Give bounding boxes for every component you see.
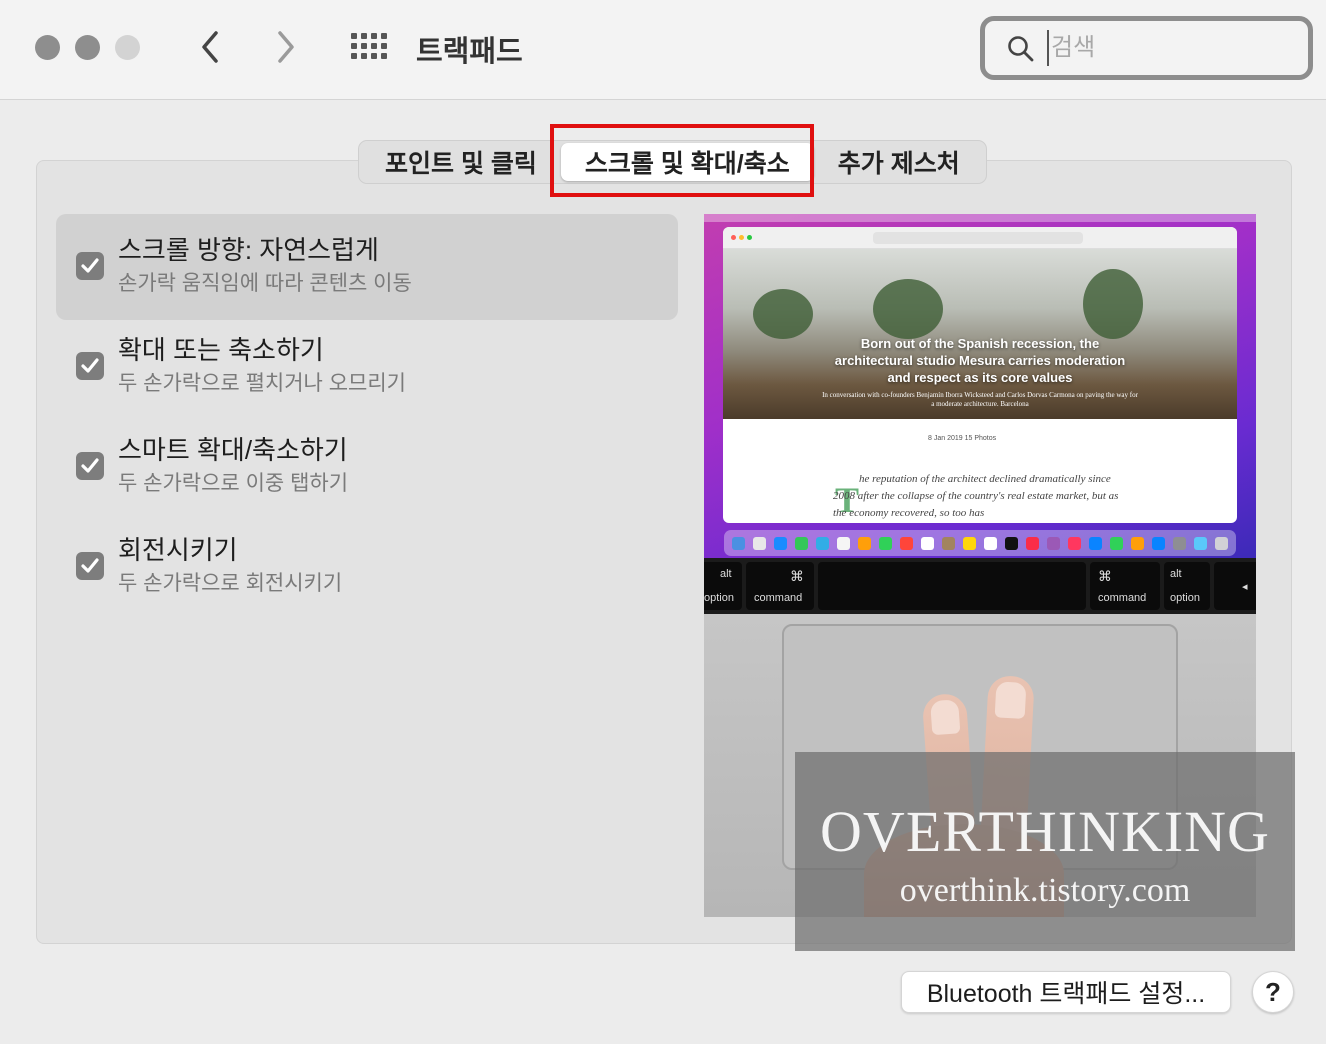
scroll-direction-checkbox[interactable] — [76, 252, 104, 280]
tab-scroll-and-zoom[interactable]: 스크롤 및 확대/축소 — [560, 143, 814, 181]
preview-caption-line: In conversation with co-founders Benjamí… — [822, 391, 1138, 399]
preview-headline-line: and respect as its core values — [887, 370, 1073, 385]
preview-caption-line: a moderate architecture. Barcelona — [931, 400, 1029, 408]
preview-key-option-left: alt option — [704, 562, 742, 610]
option-description: 두 손가락으로 이중 탭하기 — [118, 472, 349, 495]
option-scroll-direction[interactable]: 스크롤 방향: 자연스럽게 손가락 움직임에 따라 콘텐츠 이동 — [56, 214, 678, 320]
preview-url-field — [873, 232, 1083, 244]
smart-zoom-checkbox[interactable] — [76, 452, 104, 480]
zoom-window-button[interactable] — [115, 35, 140, 60]
preview-hero-image: Born out of the Spanish recession, the a… — [723, 249, 1237, 419]
forward-button[interactable] — [266, 27, 306, 67]
preview-key-space — [818, 562, 1086, 610]
preview-headline-line: architectural studio Mesura carries mode… — [834, 353, 1126, 368]
watermark-url: overthink.tistory.com — [899, 872, 1191, 909]
preview-article-meta: 8 Jan 2019 15 Photos — [928, 435, 997, 442]
preview-menubar — [704, 214, 1256, 222]
show-all-grid-icon[interactable] — [348, 30, 387, 64]
preview-screen: Born out of the Spanish recession, the a… — [704, 214, 1256, 558]
option-title: 스마트 확대/축소하기 — [118, 435, 348, 465]
preview-browser-window: Born out of the Spanish recession, the a… — [723, 227, 1237, 523]
window-title: 트랙패드 — [416, 36, 523, 68]
option-description: 두 손가락으로 회전시키기 — [118, 572, 343, 595]
preview-key-command-right: ⌘ command — [1090, 562, 1160, 610]
search-input[interactable] — [1047, 30, 1287, 66]
option-description: 손가락 움직임에 따라 콘텐츠 이동 — [118, 272, 412, 295]
minimize-window-button[interactable] — [75, 35, 100, 60]
option-description: 두 손가락으로 펼치거나 오므리기 — [118, 372, 406, 395]
option-zoom-in-out[interactable]: 확대 또는 축소하기 두 손가락으로 펼치거나 오므리기 — [56, 314, 678, 420]
tab-point-and-click[interactable]: 포인트 및 클릭 — [361, 143, 561, 181]
search-icon — [1008, 36, 1034, 62]
help-button[interactable]: ? — [1252, 971, 1294, 1013]
preview-key-option-right: alt option — [1164, 562, 1210, 610]
bluetooth-trackpad-setup-button[interactable]: Bluetooth 트랙패드 설정... — [901, 971, 1231, 1013]
tab-bar: 포인트 및 클릭 스크롤 및 확대/축소 추가 제스처 — [358, 140, 987, 184]
option-title: 스크롤 방향: 자연스럽게 — [118, 235, 379, 265]
checkmark-icon — [81, 358, 99, 373]
preview-dock — [724, 530, 1236, 556]
checkmark-icon — [81, 458, 99, 473]
option-smart-zoom[interactable]: 스마트 확대/축소하기 두 손가락으로 이중 탭하기 — [56, 414, 678, 520]
watermark-overlay: OVERTHINKING overthink.tistory.com — [795, 752, 1295, 951]
tab-more-gestures[interactable]: 추가 제스처 — [814, 143, 984, 181]
preview-article-body: he reputation of the architect declined … — [833, 471, 1133, 522]
zoom-in-out-checkbox[interactable] — [76, 352, 104, 380]
checkmark-icon — [81, 558, 99, 573]
preview-key-arrow: ◂ — [1214, 562, 1256, 610]
preview-headline-line: Born out of the Spanish recession, the — [860, 336, 1100, 351]
rotate-checkbox[interactable] — [76, 552, 104, 580]
search-field[interactable] — [980, 16, 1313, 80]
option-rotate[interactable]: 회전시키기 두 손가락으로 회전시키기 — [56, 514, 678, 620]
close-window-button[interactable] — [35, 35, 60, 60]
preview-browser-toolbar — [723, 227, 1237, 249]
checkmark-icon — [81, 258, 99, 273]
watermark-title: OVERTHINKING — [820, 799, 1270, 864]
preview-caption: In conversation with co-founders Benjamí… — [723, 391, 1237, 409]
chevron-left-icon — [202, 31, 218, 63]
option-title: 회전시키기 — [118, 535, 238, 565]
chevron-right-icon — [278, 31, 294, 63]
back-button[interactable] — [190, 27, 230, 67]
preview-keyboard: alt option ⌘ command ⌘ command alt optio… — [704, 558, 1256, 614]
preview-key-command-left: ⌘ command — [746, 562, 814, 610]
option-title: 확대 또는 축소하기 — [118, 335, 324, 365]
preview-body-text: he reputation of the architect declined … — [833, 473, 1119, 519]
toolbar: 트랙패드 — [0, 0, 1326, 100]
